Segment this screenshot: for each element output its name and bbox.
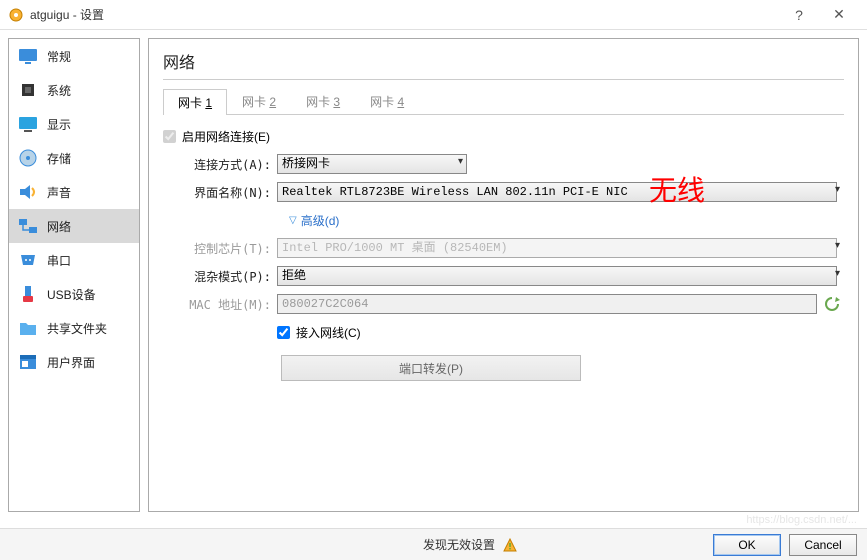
sidebar-label: USB设备 — [47, 286, 96, 303]
tab-adapter-4[interactable]: 网卡 4 — [355, 88, 419, 114]
chip-icon — [17, 79, 39, 101]
sidebar-item-audio[interactable]: 声音 — [9, 175, 139, 209]
sidebar-label: 存储 — [47, 150, 71, 167]
interface-name-select[interactable]: Realtek RTL8723BE Wireless LAN 802.11n P… — [277, 182, 837, 202]
folder-icon — [17, 317, 39, 339]
controller-chip-select: Intel PRO/1000 MT 桌面 (82540EM) — [277, 238, 837, 258]
sidebar-item-shared[interactable]: 共享文件夹 — [9, 311, 139, 345]
chevron-down-icon: ▽ — [289, 215, 297, 226]
speaker-icon — [17, 181, 39, 203]
ok-button[interactable]: OK — [713, 534, 781, 556]
disk-icon — [17, 147, 39, 169]
adapter-tabs: 网卡 1 网卡 2 网卡 3 网卡 4 — [163, 88, 844, 115]
monitor-icon — [17, 45, 39, 67]
sidebar-item-ui[interactable]: 用户界面 — [9, 345, 139, 379]
section-heading: 网络 — [163, 49, 844, 73]
cable-connected-checkbox[interactable] — [277, 326, 290, 339]
promiscuous-mode-select[interactable]: 拒绝 — [277, 266, 837, 286]
mac-address-field — [277, 294, 817, 314]
mac-address-label: MAC 地址(M): — [175, 296, 271, 313]
cable-connected-label: 接入网线(C) — [296, 324, 361, 341]
app-gear-icon — [8, 7, 24, 23]
sidebar-item-network[interactable]: 网络 — [9, 209, 139, 243]
usb-icon — [17, 283, 39, 305]
sidebar-label: 串口 — [47, 252, 71, 269]
invalid-settings-msg: 发现无效设置 — [423, 536, 495, 553]
advanced-toggle[interactable]: ▽ 高级(d) — [289, 212, 339, 229]
connection-mode-label: 连接方式(A): — [175, 156, 271, 173]
sidebar-label: 共享文件夹 — [47, 320, 107, 337]
display-icon — [17, 113, 39, 135]
help-button[interactable]: ? — [779, 0, 819, 30]
port-forwarding-button[interactable]: 端口转发(P) — [281, 355, 581, 381]
controller-chip-label: 控制芯片(T): — [175, 240, 271, 257]
sidebar-item-system[interactable]: 系统 — [9, 73, 139, 107]
warning-icon — [503, 538, 517, 552]
promiscuous-mode-label: 混杂模式(P): — [175, 268, 271, 285]
enable-network-checkbox[interactable] — [163, 130, 176, 143]
sidebar-item-general[interactable]: 常规 — [9, 39, 139, 73]
tab-adapter-1[interactable]: 网卡 1 — [163, 89, 227, 115]
sidebar-item-storage[interactable]: 存储 — [9, 141, 139, 175]
tab-adapter-3[interactable]: 网卡 3 — [291, 88, 355, 114]
sidebar-label: 显示 — [47, 116, 71, 133]
settings-sidebar: 常规 系统 显示 存储 声音 网络 串口 USB设备 — [8, 38, 140, 512]
cancel-button[interactable]: Cancel — [789, 534, 857, 556]
sidebar-label: 常规 — [47, 48, 71, 65]
refresh-mac-icon[interactable] — [823, 295, 841, 313]
serial-icon — [17, 249, 39, 271]
divider — [163, 79, 844, 80]
interface-name-label: 界面名称(N): — [175, 184, 271, 201]
sidebar-item-display[interactable]: 显示 — [9, 107, 139, 141]
layout-icon — [17, 351, 39, 373]
window-title: atguigu - 设置 — [30, 6, 779, 23]
sidebar-label: 网络 — [47, 218, 71, 235]
sidebar-item-serial[interactable]: 串口 — [9, 243, 139, 277]
annotation-wireless: 无线 — [649, 169, 705, 209]
enable-network-label: 启用网络连接(E) — [182, 128, 270, 145]
tab-adapter-2[interactable]: 网卡 2 — [227, 88, 291, 114]
title-bar: atguigu - 设置 ? ✕ — [0, 0, 867, 30]
content-pane: 网络 网卡 1 网卡 2 网卡 3 网卡 4 启用网络连接(E) 连接方式(A)… — [148, 38, 859, 512]
connection-mode-select[interactable]: 桥接网卡 — [277, 154, 467, 174]
footer-bar: 发现无效设置 OK Cancel — [0, 528, 867, 560]
network-icon — [17, 215, 39, 237]
sidebar-label: 用户界面 — [47, 354, 95, 371]
sidebar-item-usb[interactable]: USB设备 — [9, 277, 139, 311]
sidebar-label: 系统 — [47, 82, 71, 99]
close-button[interactable]: ✕ — [819, 0, 859, 30]
sidebar-label: 声音 — [47, 184, 71, 201]
